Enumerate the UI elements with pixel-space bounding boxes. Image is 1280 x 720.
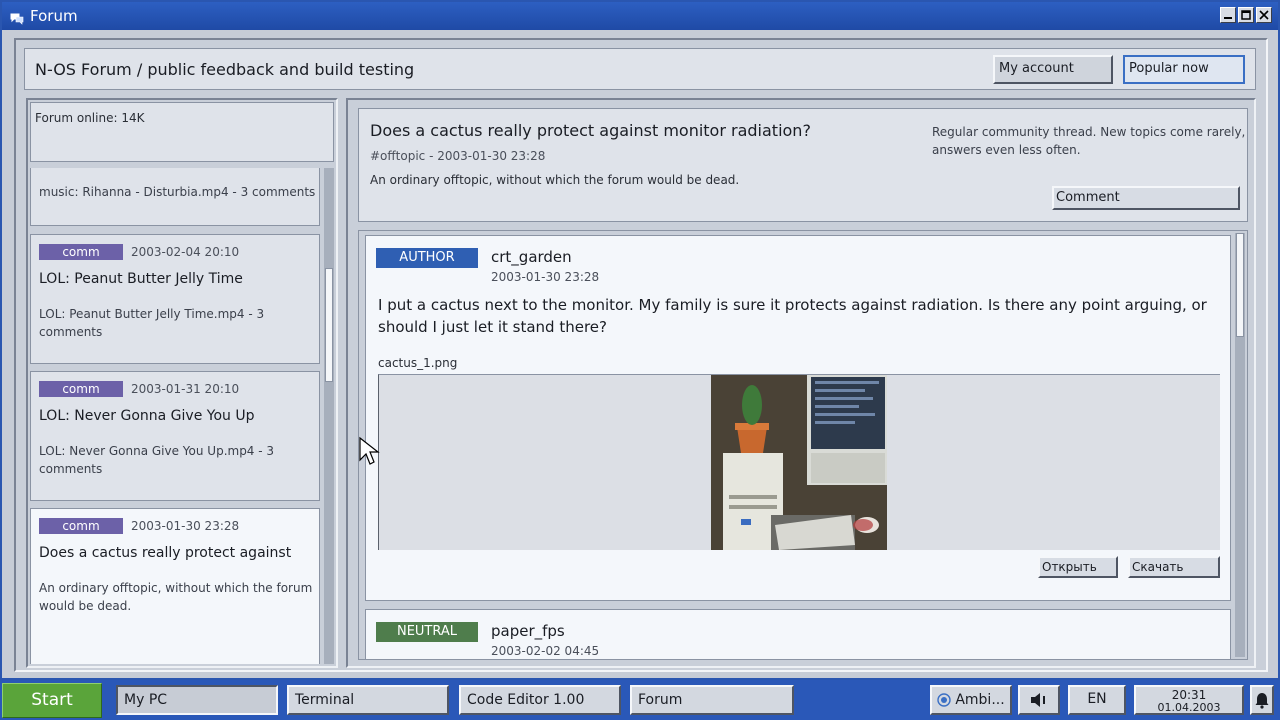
online-counter: Forum online: 14K (30, 102, 334, 162)
window-title: Forum (30, 7, 78, 25)
thread-list-panel: Forum online: 14K music: Rihanna - Distu… (26, 98, 338, 668)
attachment-name: cactus_1.png (378, 356, 458, 370)
maximize-icon[interactable] (1238, 7, 1254, 23)
item-title: LOL: Never Gonna Give You Up (39, 408, 255, 424)
comment-button[interactable]: Comment (1052, 186, 1240, 210)
minimize-icon[interactable] (1220, 7, 1236, 23)
ambient-icon (937, 693, 952, 707)
item-date: 2003-02-04 20:10 (131, 245, 240, 259)
category-tag: comm (39, 381, 123, 397)
role-badge: AUTHOR (376, 248, 478, 268)
language-indicator[interactable]: EN (1068, 685, 1126, 715)
item-description: LOL: Never Gonna Give You Up.mp4 - 3 com… (39, 444, 275, 476)
scrollbar-thumb[interactable] (325, 268, 333, 382)
task-forum[interactable]: Forum (630, 685, 794, 715)
role-badge: NEUTRAL (376, 622, 478, 642)
start-button[interactable]: Start (2, 683, 102, 718)
download-button[interactable]: Скачать (1128, 556, 1220, 578)
list-item[interactable]: music: Rihanna - Disturbia.mp4 - 3 comme… (30, 168, 320, 226)
posts-scrollbar[interactable] (1235, 233, 1245, 657)
task-my-pc[interactable]: My PC (116, 685, 278, 715)
post-username[interactable]: crt_garden (491, 248, 572, 266)
list-item-selected[interactable]: comm 2003-01-30 23:28 Does a cactus real… (30, 508, 320, 664)
attachment-preview (378, 374, 1220, 550)
mouse-pointer-icon (359, 436, 380, 465)
clock[interactable]: 20:31 01.04.2003 (1134, 685, 1244, 715)
task-terminal[interactable]: Terminal (287, 685, 449, 715)
taskbar: Start My PC Terminal Code Editor 1.00 Fo… (0, 680, 1280, 720)
thread-note: Regular community thread. New topics com… (932, 125, 1246, 157)
thread-header: Does a cactus really protect against mon… (358, 108, 1248, 222)
ambient-label: Ambi... (955, 692, 1005, 708)
post: AUTHOR crt_garden 2003-01-30 23:28 I put… (365, 235, 1231, 601)
ambient-tray[interactable]: Ambi... (930, 685, 1012, 715)
post-date: 2003-02-02 04:45 (491, 644, 600, 658)
popular-now-button[interactable]: Popular now (1123, 55, 1245, 84)
item-date: 2003-01-30 23:28 (131, 519, 240, 533)
forum-header: N-OS Forum / public feedback and build t… (24, 48, 1256, 90)
posts-list: AUTHOR crt_garden 2003-01-30 23:28 I put… (358, 230, 1248, 660)
post: NEUTRAL paper_fps 2003-02-02 04:45 (365, 609, 1231, 659)
category-tag: comm (39, 518, 123, 534)
forum-frame: N-OS Forum / public feedback and build t… (14, 38, 1268, 672)
thread-description: An ordinary offtopic, without which the … (370, 173, 740, 187)
post-text: I put a cactus next to the monitor. My f… (378, 296, 1207, 336)
post-username[interactable]: paper_fps (491, 622, 565, 640)
list-item-label: music: Rihanna - Disturbia.mp4 - 3 comme… (39, 185, 316, 199)
open-button[interactable]: Открыть (1038, 556, 1118, 578)
list-item[interactable]: comm 2003-01-31 20:10 LOL: Never Gonna G… (30, 371, 320, 501)
clock-date: 01.04.2003 (1157, 701, 1221, 714)
thread-meta: #offtopic - 2003-01-30 23:28 (370, 149, 546, 163)
item-title: Does a cactus really protect against (39, 545, 292, 561)
volume-icon[interactable] (1018, 685, 1060, 715)
task-code-editor[interactable]: Code Editor 1.00 (459, 685, 621, 715)
item-title: LOL: Peanut Butter Jelly Time (39, 271, 243, 287)
thread-title: Does a cactus really protect against mon… (370, 121, 811, 140)
scrollbar-thumb[interactable] (1236, 233, 1244, 337)
forum-window: Forum N-OS Forum / public feedback and b… (0, 0, 1280, 680)
post-date: 2003-01-30 23:28 (491, 270, 600, 284)
forum-app-icon (10, 10, 24, 25)
category-tag: comm (39, 244, 123, 260)
item-date: 2003-01-31 20:10 (131, 382, 240, 396)
title-bar[interactable]: Forum (2, 2, 1278, 30)
thread-list-scrollbar[interactable] (324, 168, 334, 664)
item-description: An ordinary offtopic, without which the … (39, 581, 313, 613)
item-description: LOL: Peanut Butter Jelly Time.mp4 - 3 co… (39, 307, 265, 339)
thread-panel: Does a cactus really protect against mon… (346, 98, 1256, 668)
thread-feed: music: Rihanna - Disturbia.mp4 - 3 comme… (30, 168, 320, 664)
my-account-button[interactable]: My account (993, 55, 1113, 84)
cactus-photo[interactable] (711, 375, 887, 550)
list-item[interactable]: comm 2003-02-04 20:10 LOL: Peanut Butter… (30, 234, 320, 364)
close-icon[interactable] (1256, 7, 1272, 23)
page-title: N-OS Forum / public feedback and build t… (35, 59, 415, 79)
notification-bell-icon[interactable] (1250, 685, 1274, 715)
